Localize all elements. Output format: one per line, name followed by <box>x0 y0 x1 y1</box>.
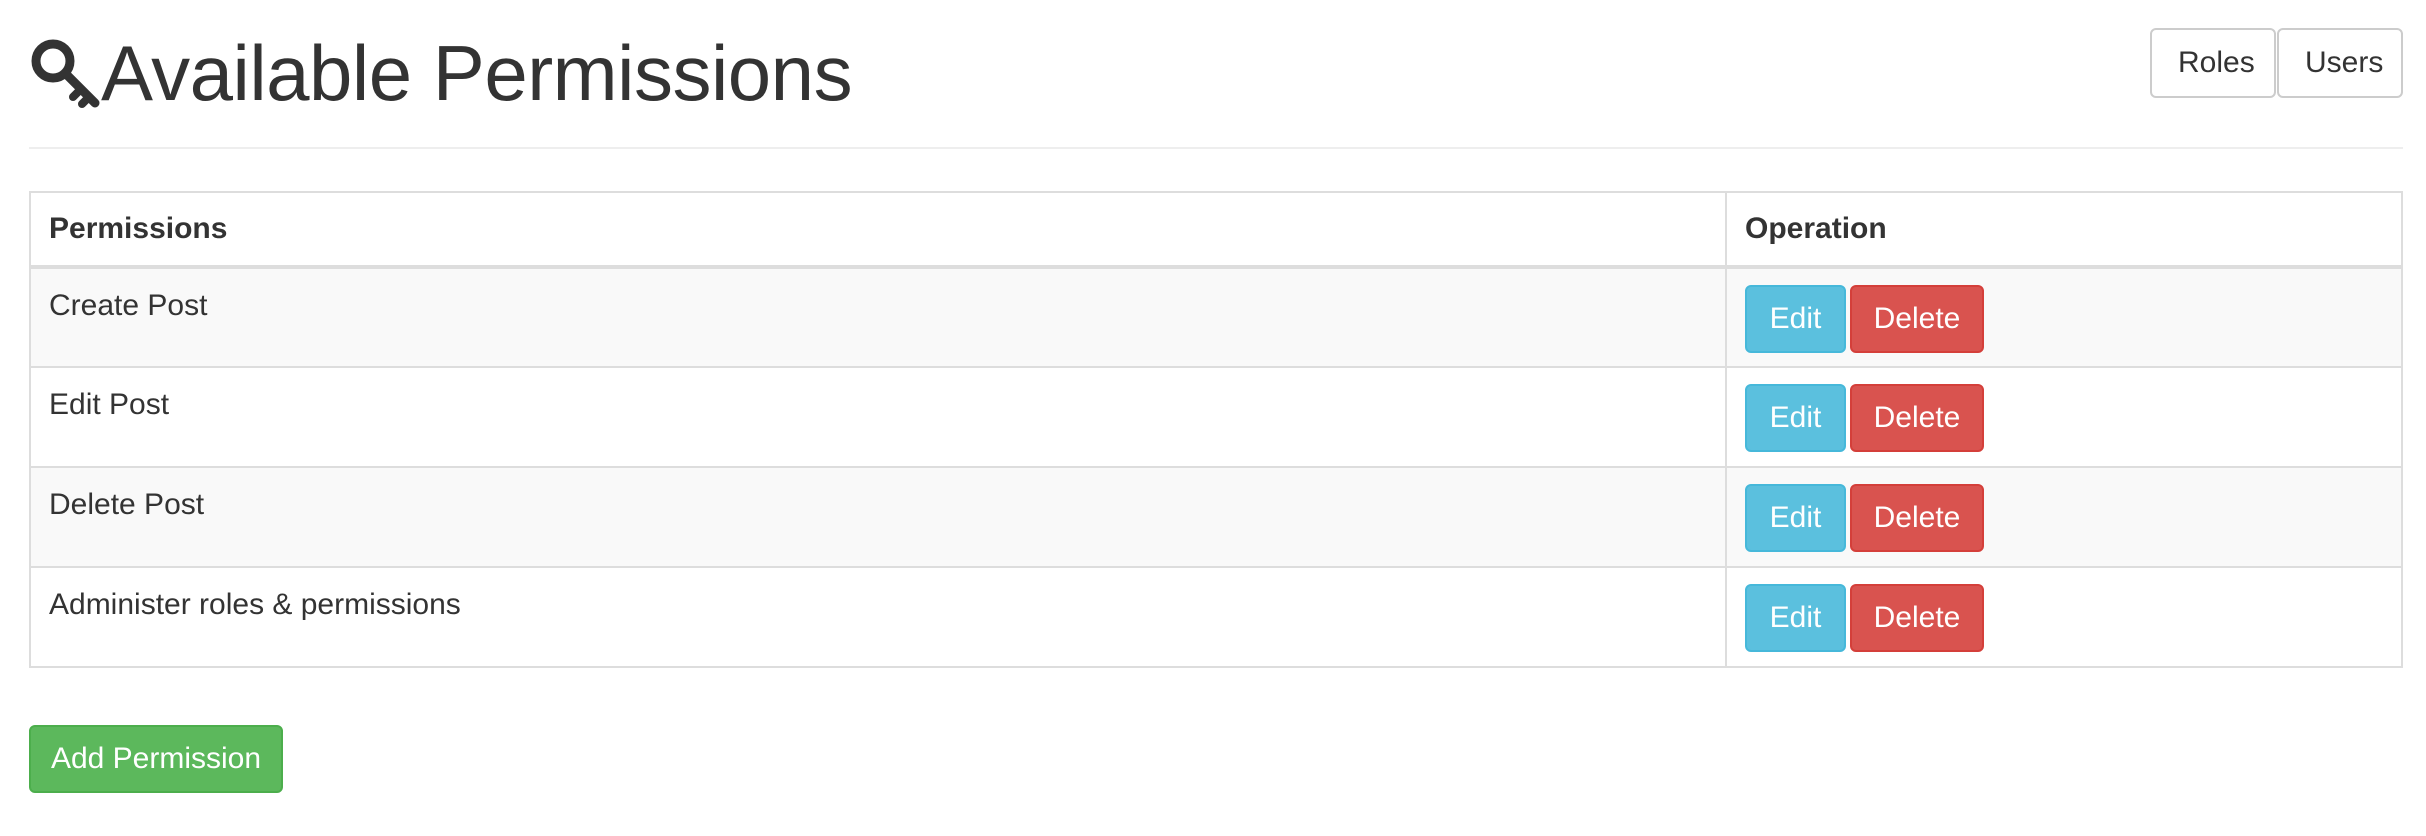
delete-button[interactable]: Delete <box>1850 384 1984 452</box>
edit-button[interactable]: Edit <box>1745 484 1846 552</box>
column-header-permissions: Permissions <box>29 191 1727 269</box>
add-permission-button[interactable]: Add Permission <box>29 725 283 793</box>
delete-button[interactable]: Delete <box>1850 584 1984 652</box>
table-row: Delete Post Edit Delete <box>29 466 2403 568</box>
permissions-table: Permissions Operation Create Post Edit De… <box>29 191 2403 668</box>
edit-button[interactable]: Edit <box>1745 384 1846 452</box>
nav-buttons: Roles Users <box>2150 28 2403 98</box>
roles-button[interactable]: Roles <box>2150 28 2276 98</box>
table-header-row: Permissions Operation <box>29 191 2403 269</box>
operation-cell: Edit Delete <box>1725 366 2403 468</box>
operation-cell: Edit Delete <box>1725 266 2403 368</box>
permission-name: Administer roles & permissions <box>29 566 1727 668</box>
header-divider <box>29 147 2403 149</box>
key-icon <box>31 39 100 108</box>
column-header-operation: Operation <box>1725 191 2403 269</box>
table-row: Create Post Edit Delete <box>29 266 2403 368</box>
page-header: Available Permissions Roles Users <box>29 18 2403 128</box>
page-title: Available Permissions <box>29 18 853 128</box>
permission-name: Create Post <box>29 266 1727 368</box>
permissions-page: Available Permissions Roles Users Permis… <box>0 0 2426 836</box>
delete-button[interactable]: Delete <box>1850 484 1984 552</box>
edit-button[interactable]: Edit <box>1745 285 1846 353</box>
users-button[interactable]: Users <box>2277 28 2403 98</box>
table-row: Administer roles & permissions Edit Delet… <box>29 566 2403 668</box>
permission-name: Delete Post <box>29 466 1727 568</box>
operation-cell: Edit Delete <box>1725 566 2403 668</box>
table-row: Edit Post Edit Delete <box>29 366 2403 468</box>
permission-name: Edit Post <box>29 366 1727 468</box>
operation-cell: Edit Delete <box>1725 466 2403 568</box>
page-title-text: Available Permissions <box>101 29 853 117</box>
edit-button[interactable]: Edit <box>1745 584 1846 652</box>
delete-button[interactable]: Delete <box>1850 285 1984 353</box>
